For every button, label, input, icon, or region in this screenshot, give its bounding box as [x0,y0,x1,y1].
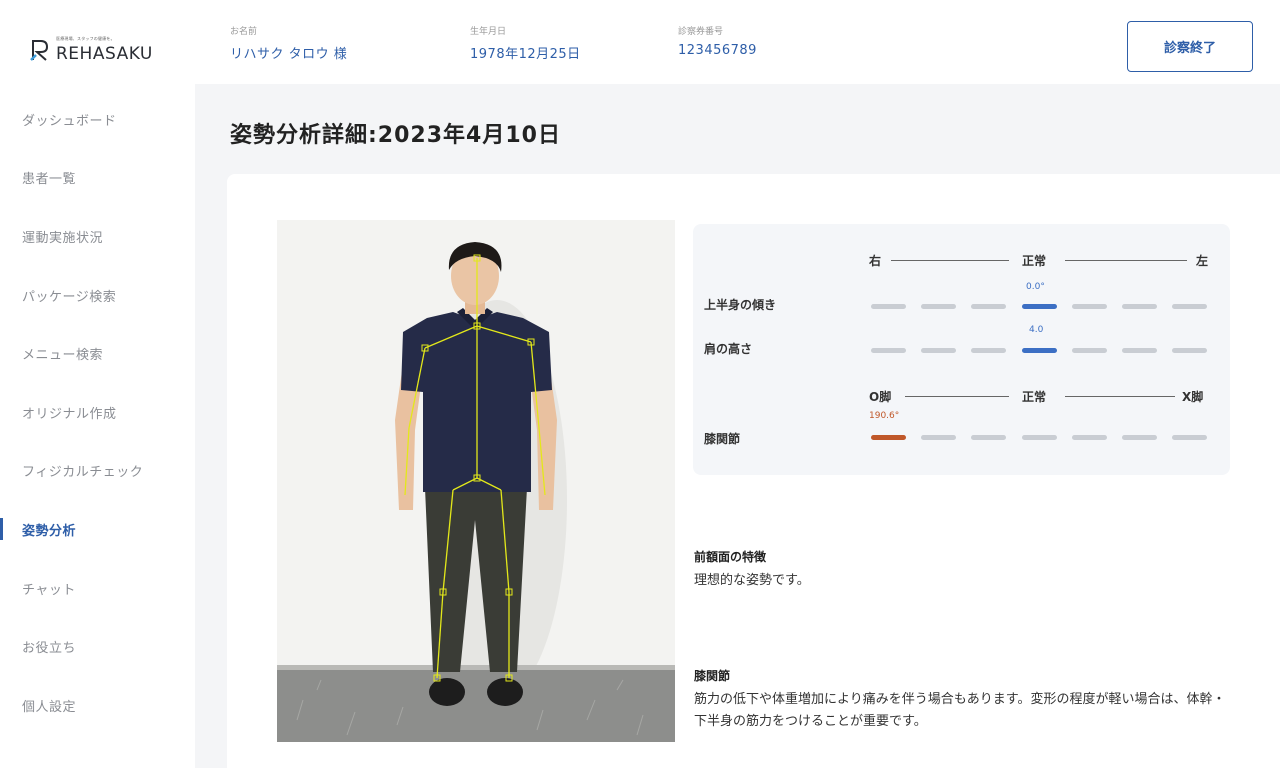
bar-segment [1172,435,1207,440]
sidebar-item-physical-check[interactable]: フィジカルチェック [0,442,195,501]
bar-segment [1122,304,1157,309]
bar-segment [1172,348,1207,353]
patient-name-label: お名前 [230,27,258,37]
scale-right-label: 右 [869,254,882,268]
bar-segment [871,348,906,353]
bar-segment [1122,348,1157,353]
bar-segment [971,435,1006,440]
sidebar-item-patients[interactable]: 患者一覧 [0,149,195,208]
sidebar-item-personal-settings[interactable]: 個人設定 [0,676,195,735]
knee-joint-value: 190.6° [869,411,900,421]
scale-divider [1065,396,1175,397]
posture-metrics-panel: 右 正常 左 上半身の傾き 0.0° 肩の高さ 4.0 O脚 正常 X脚 膝関節… [693,224,1230,475]
scale-normal-label-2: 正常 [1022,390,1047,404]
ticket-number-field: 診察券番号 123456789 [678,24,757,58]
sidebar-item-package-search[interactable]: パッケージ検索 [0,266,195,325]
scale-divider [891,260,1009,261]
frontal-plane-title: 前額面の特徴 [694,550,767,564]
ticket-number-label: 診察券番号 [678,27,724,37]
sidebar-item-exercise-status[interactable]: 運動実施状況 [0,207,195,266]
bar-segment [1072,304,1107,309]
end-consultation-button[interactable]: 診察終了 [1127,21,1253,72]
bar-segment [1122,435,1157,440]
sidebar-nav: ダッシュボード 患者一覧 運動実施状況 パッケージ検索 メニュー検索 オリジナル… [0,90,195,735]
scale-divider [905,396,1009,397]
scale-left-label: 左 [1196,254,1209,268]
upper-body-tilt-value: 0.0° [1026,282,1045,292]
sidebar: 医療現場、スタッフの健康を。 REHASAKU ダッシュボード 患者一覧 運動実… [0,0,195,768]
knee-joint-title: 膝関節 [694,669,731,683]
bar-segment [1172,304,1207,309]
shoulder-height-value: 4.0 [1029,325,1044,335]
sidebar-item-menu-search[interactable]: メニュー検索 [0,324,195,383]
bar-segment [1072,348,1107,353]
knee-joint-section: 膝関節 筋力の低下や体重増加により痛みを伴う場合もあります。変形の程度が軽い場合… [694,667,1234,733]
logo-text: REHASAKU [56,44,153,64]
logo[interactable]: 医療現場、スタッフの健康を。 REHASAKU [30,24,153,64]
shoulder-height-label: 肩の高さ [704,342,753,356]
bar-segment [921,304,956,309]
sidebar-item-useful[interactable]: お役立ち [0,617,195,676]
sidebar-item-posture-analysis[interactable]: 姿勢分析 [0,500,195,559]
bar-segment [971,348,1006,353]
patient-name-field: お名前 リハサク タロウ 様 [230,24,347,62]
rehasaku-logo-icon [30,38,50,64]
ticket-number-value: 123456789 [678,43,757,58]
posture-photo [277,220,675,742]
birthdate-field: 生年月日 1978年12月25日 [470,24,581,62]
knee-joint-label: 膝関節 [704,432,741,446]
birthdate-value: 1978年12月25日 [470,47,581,62]
bar-segment [871,304,906,309]
sidebar-item-dashboard[interactable]: ダッシュボード [0,90,195,149]
patient-name-value: リハサク タロウ 様 [230,47,348,62]
page-title: 姿勢分析詳細:2023年4月10日 [230,123,561,148]
bar-segment-active [1022,304,1057,309]
bar-segment [921,435,956,440]
sidebar-item-chat[interactable]: チャット [0,559,195,618]
sidebar-item-original-create[interactable]: オリジナル作成 [0,383,195,442]
bar-segment-active [871,435,906,440]
bar-segment-active [1022,348,1057,353]
scale-o-leg-label: O脚 [869,390,892,404]
upper-body-tilt-label: 上半身の傾き [704,298,777,312]
logo-tagline: 医療現場、スタッフの健康を。 [56,36,115,41]
scale-x-leg-label: X脚 [1182,390,1204,404]
bar-segment [971,304,1006,309]
birthdate-label: 生年月日 [470,27,507,37]
patient-header: お名前 リハサク タロウ 様 生年月日 1978年12月25日 診察券番号 12… [195,0,1280,84]
bar-segment [1022,435,1057,440]
knee-joint-text: 筋力の低下や体重増加により痛みを伴う場合もあります。変形の程度が軽い場合は、体幹… [694,692,1226,729]
scale-divider [1065,260,1187,261]
bar-segment [921,348,956,353]
scale-normal-label: 正常 [1022,254,1047,268]
frontal-plane-section: 前額面の特徴 理想的な姿勢です。 [694,548,1234,592]
frontal-plane-text: 理想的な姿勢です。 [694,573,810,588]
bar-segment [1072,435,1107,440]
